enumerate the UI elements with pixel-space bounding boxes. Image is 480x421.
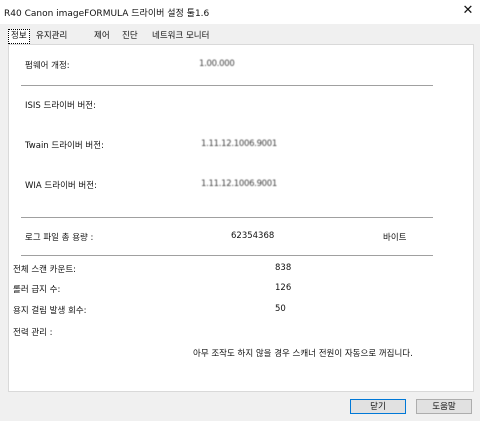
roller-feed-value: 126 [275, 283, 292, 293]
firmware-label: 펌웨어 개정: [25, 61, 70, 71]
title-bar: R40 Canon imageFORMULA 드라이버 설정 툴1.6 ✕ [0, 0, 480, 24]
total-scan-value: 838 [275, 263, 292, 273]
paper-jam-value: 50 [275, 304, 286, 314]
tab-maintenance[interactable]: 유지관리 [34, 30, 69, 43]
separator [21, 85, 433, 86]
twain-driver-value: 1.11.12.1006.9001 [201, 139, 278, 149]
window-title: R40 Canon imageFORMULA 드라이버 설정 툴1.6 [4, 9, 210, 19]
power-management-label: 전력 관리 : [13, 328, 53, 338]
roller-feed-label: 롤러 급지 수: [13, 285, 61, 295]
close-icon[interactable]: ✕ [456, 0, 480, 24]
firmware-value: 1.00.000 [199, 59, 235, 69]
log-size-label: 로그 파일 총 용량 : [25, 233, 94, 243]
separator [21, 217, 433, 218]
wia-driver-label: WIA 드라이버 버전: [25, 181, 97, 191]
close-button[interactable]: 닫기 [350, 399, 406, 414]
tab-control[interactable]: 제어 [92, 30, 112, 43]
info-panel: 펌웨어 개정: 1.00.000 ISIS 드라이버 버전: Twain 드라이… [8, 44, 474, 392]
driver-settings-window: R40 Canon imageFORMULA 드라이버 설정 툴1.6 ✕ 정보… [0, 0, 480, 421]
total-scan-label: 전체 스캔 카운트: [13, 265, 77, 275]
separator [21, 255, 433, 256]
paper-jam-label: 용지 걸림 발생 회수: [13, 306, 87, 316]
wia-driver-value: 1.11.12.1006.9001 [201, 179, 278, 189]
tab-network-monitor[interactable]: 네트워크 모니터 [150, 30, 211, 43]
tab-diagnostics[interactable]: 진단 [120, 30, 140, 43]
tab-info[interactable]: 정보 [8, 29, 30, 44]
log-size-value: 62354368 [231, 231, 275, 241]
help-button[interactable]: 도움말 [416, 399, 472, 414]
power-management-text: 아무 조작도 하지 않을 경우 스캐너 전원이 자동으로 꺼집니다. [193, 349, 413, 359]
twain-driver-label: Twain 드라이버 버전: [25, 141, 104, 151]
isis-driver-label: ISIS 드라이버 버전: [25, 101, 96, 111]
log-size-unit: 바이트 [383, 233, 407, 243]
